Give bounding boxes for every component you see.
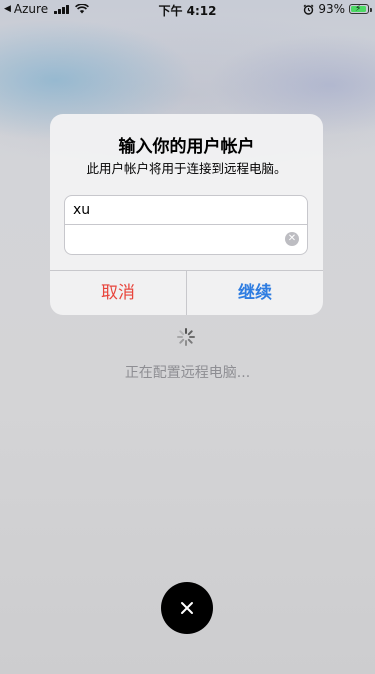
cancel-button[interactable]: 取消 (50, 271, 186, 315)
configuring-status-text: 正在配置远程电脑... (124, 365, 251, 381)
clear-field-icon[interactable]: ✕ (285, 232, 299, 246)
close-icon (181, 602, 193, 614)
username-field-container (64, 195, 308, 225)
status-bar: ◀ Azure 下午 4:12 93% ⚡ (0, 0, 375, 18)
battery-charging-icon: ⚡ (349, 4, 372, 14)
account-dialog: 输入你的用户帐户 此用户帐户将用于连接到远程电脑。 ✕ 取消 继续 (50, 114, 323, 315)
password-field-container: ✕ (64, 225, 308, 255)
close-button[interactable] (161, 582, 213, 634)
battery-percent: 93% (318, 2, 345, 16)
loading-spinner-icon (177, 328, 195, 346)
dialog-message: 此用户帐户将用于连接到远程电脑。 (86, 161, 287, 176)
password-field[interactable] (65, 225, 307, 254)
status-right: 93% ⚡ (303, 2, 372, 16)
continue-button[interactable]: 继续 (187, 271, 323, 315)
username-field[interactable] (65, 196, 307, 224)
alarm-icon (303, 4, 314, 15)
dialog-title: 输入你的用户帐户 (118, 137, 255, 157)
charging-bolt-icon: ⚡ (355, 4, 362, 14)
